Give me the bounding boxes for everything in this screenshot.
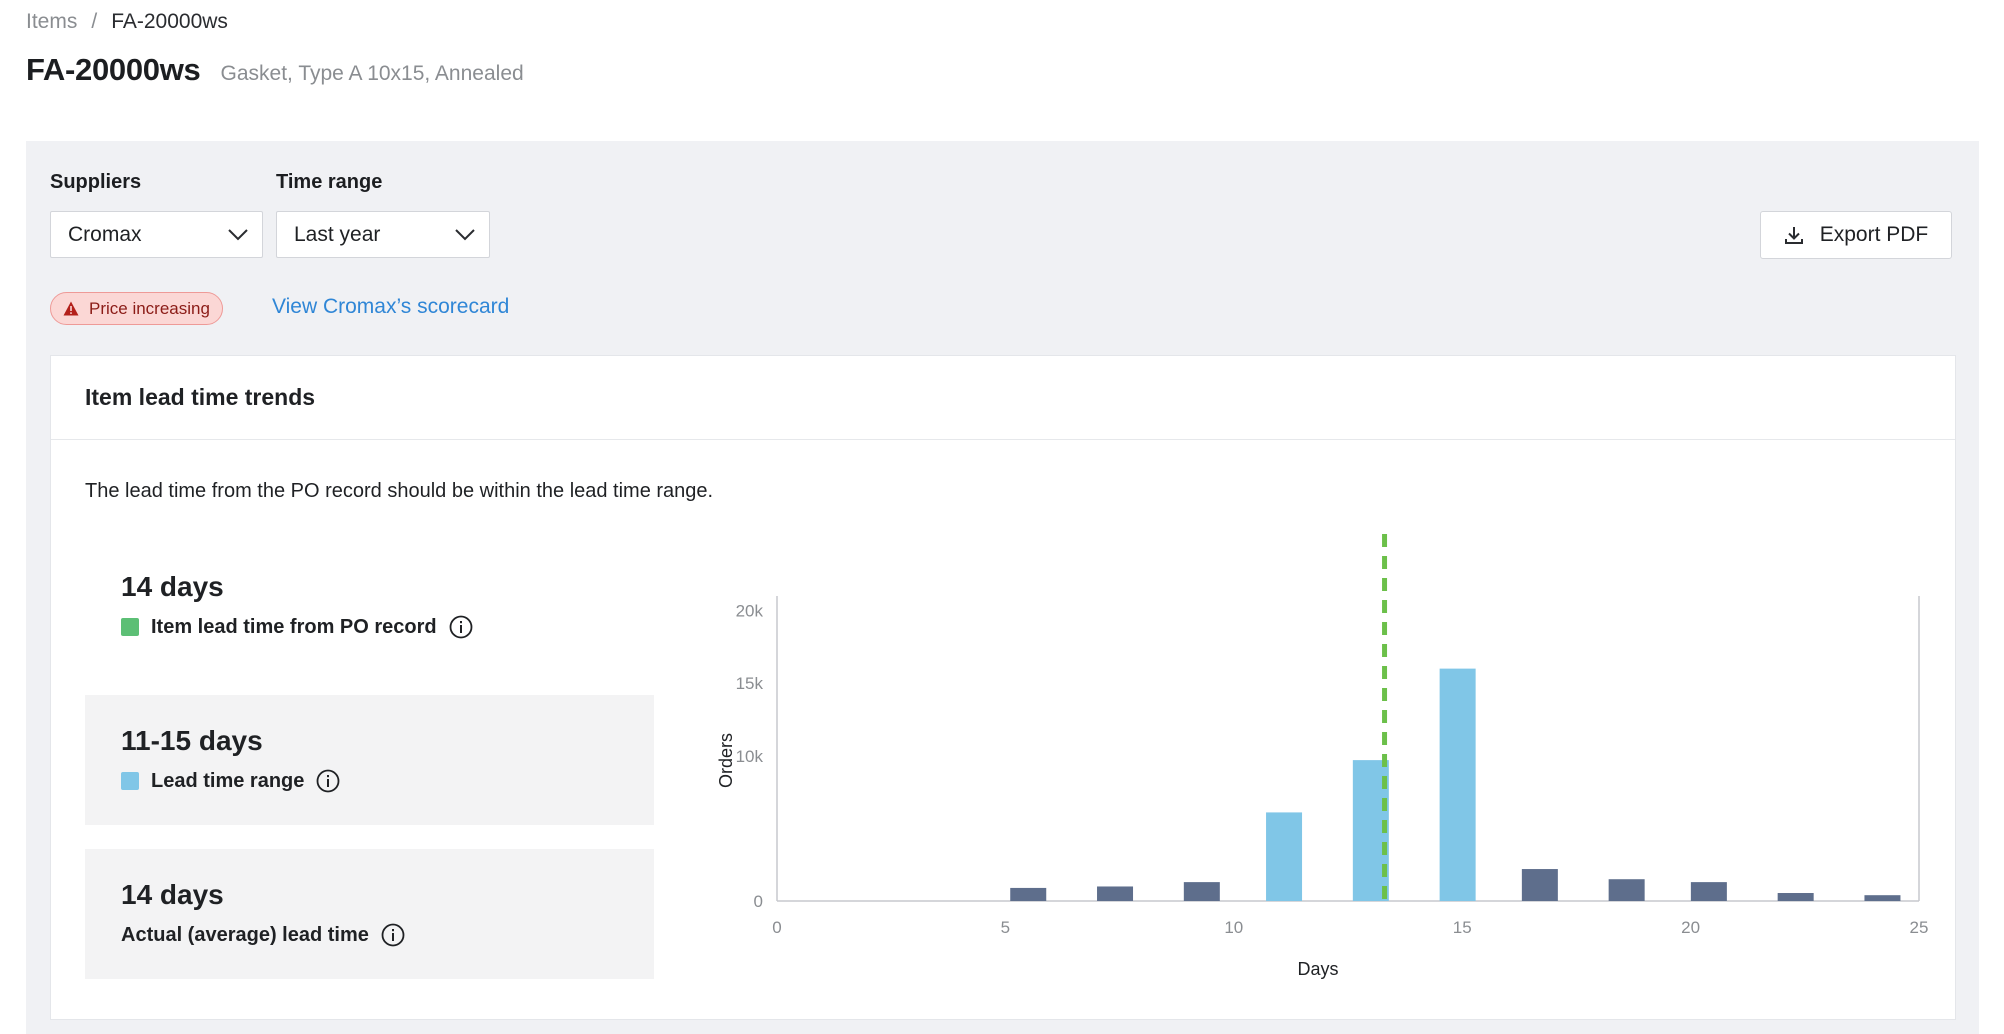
bar-in-range bbox=[1266, 812, 1303, 901]
x-tick-label: 0 bbox=[772, 918, 781, 937]
export-pdf-label: Export PDF bbox=[1819, 223, 1929, 246]
x-tick-label: 25 bbox=[1910, 918, 1929, 937]
x-tick-label: 15 bbox=[1453, 918, 1472, 937]
scorecard-link[interactable]: View Cromax’s scorecard bbox=[272, 295, 509, 319]
bar-out-of-range bbox=[1608, 879, 1645, 901]
y-tick-label: 10k bbox=[736, 747, 764, 766]
time-range-select-value: Last year bbox=[294, 222, 381, 246]
chevron-down-icon bbox=[455, 228, 475, 240]
bar-out-of-range bbox=[1864, 895, 1901, 901]
lead-time-chart: 0 10k 15k 20k 0 5 10 15 20 25 Days Orders bbox=[716, 534, 1929, 979]
suppliers-select-value: Cromax bbox=[68, 222, 142, 246]
x-axis-label: Days bbox=[1297, 959, 1338, 979]
time-range-select[interactable]: Last year bbox=[276, 211, 490, 258]
breadcrumb-current: FA-20000ws bbox=[111, 10, 228, 33]
export-pdf-button[interactable]: Export PDF bbox=[1760, 211, 1952, 259]
status-badge-label: Price increasing bbox=[89, 298, 210, 318]
breadcrumb: Items / FA-20000ws bbox=[26, 10, 228, 34]
bar-out-of-range bbox=[1183, 882, 1220, 901]
lead-time-card: Item lead time trends The lead time from… bbox=[50, 355, 1956, 1020]
x-tick-label: 10 bbox=[1224, 918, 1243, 937]
warning-icon bbox=[63, 301, 79, 316]
x-tick-label: 20 bbox=[1681, 918, 1700, 937]
page-header: FA-20000ws Gasket, Type A 10x15, Anneale… bbox=[26, 52, 524, 88]
bar-out-of-range bbox=[1690, 882, 1727, 901]
time-range-label: Time range bbox=[276, 171, 383, 193]
suppliers-label: Suppliers bbox=[50, 171, 142, 193]
suppliers-select[interactable]: Cromax bbox=[50, 211, 263, 258]
x-tick-label: 5 bbox=[1001, 918, 1010, 937]
bar-out-of-range bbox=[1521, 869, 1558, 901]
bar-out-of-range bbox=[1097, 886, 1134, 901]
page-title: FA-20000ws bbox=[26, 52, 201, 87]
bar-out-of-range bbox=[1777, 893, 1814, 901]
page-subtitle: Gasket, Type A 10x15, Annealed bbox=[220, 62, 524, 85]
y-tick-label: 15k bbox=[736, 674, 764, 693]
y-tick-label: 0 bbox=[754, 892, 763, 911]
status-badge: Price increasing bbox=[50, 292, 223, 325]
chevron-down-icon bbox=[228, 228, 248, 240]
breadcrumb-separator: / bbox=[91, 10, 98, 33]
y-axis-label: Orders bbox=[716, 733, 736, 788]
download-icon bbox=[1784, 227, 1803, 244]
bar-in-range bbox=[1439, 668, 1476, 901]
item-panel: Suppliers Cromax Time range Last year Ex… bbox=[26, 141, 1979, 1034]
bar-out-of-range bbox=[1010, 887, 1047, 901]
y-tick-label: 20k bbox=[736, 602, 764, 621]
breadcrumb-items-link[interactable]: Items bbox=[26, 10, 77, 34]
